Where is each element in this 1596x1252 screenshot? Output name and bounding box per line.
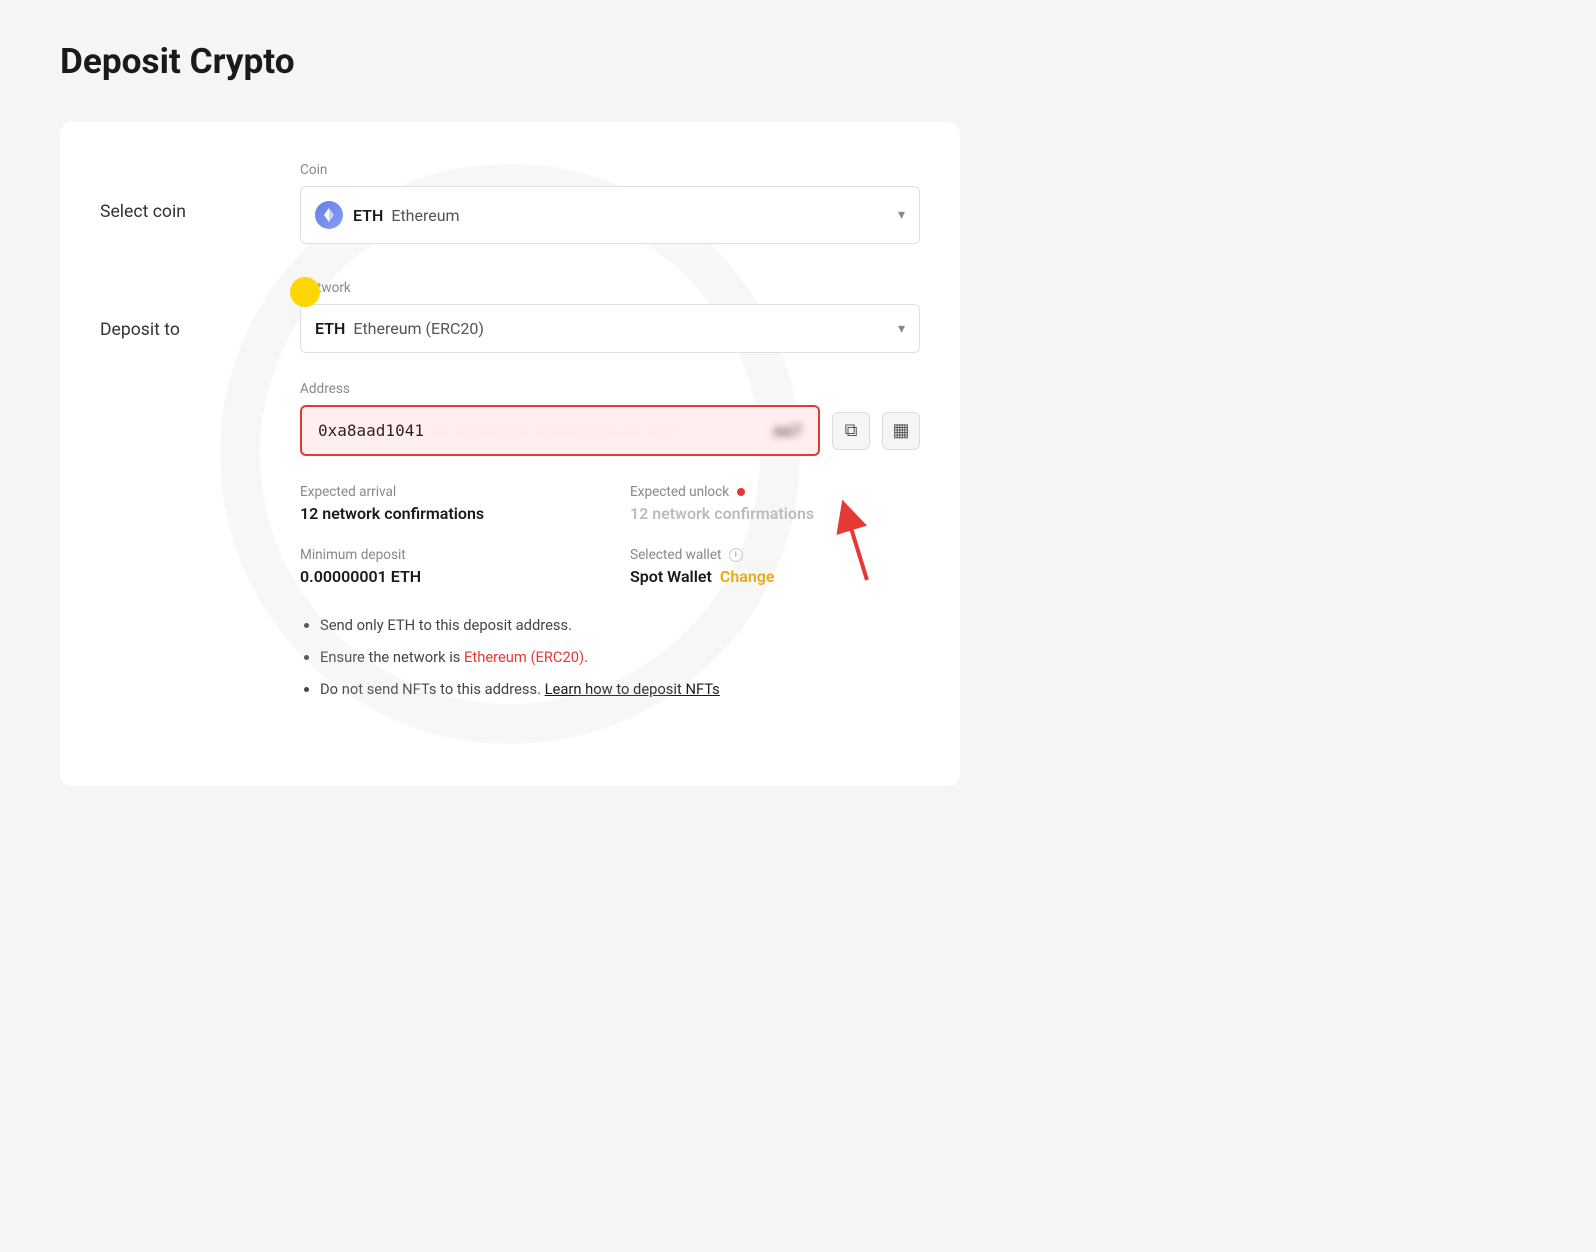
note-highlight: Ethereum (ERC20) — [464, 648, 584, 666]
note-item-2: Ensure the network is Ethereum (ERC20). — [320, 646, 920, 668]
qr-button[interactable]: ▦ — [882, 412, 920, 450]
coin-field-label: Coin — [300, 162, 920, 178]
note-item-1: Send only ETH to this deposit address. — [320, 614, 920, 636]
expected-unlock: Expected unlock 12 network confirmations — [630, 484, 920, 523]
address-row: 0xa8aad1041 ·· ··· ···· ··· ····· ·· ···… — [300, 405, 920, 456]
network-select-display[interactable]: ETH Ethereum (ERC20) — [301, 305, 919, 352]
learn-nft-link[interactable]: Learn how to deposit NFTs — [545, 680, 720, 698]
expected-unlock-value: 12 network confirmations — [630, 504, 920, 523]
info-icon[interactable]: i — [729, 548, 743, 562]
deposit-to-label: Deposit to — [100, 280, 300, 340]
coin-select-display[interactable]: ETH Ethereum — [301, 187, 919, 243]
network-select[interactable]: ETH Ethereum (ERC20) ▾ — [300, 304, 920, 353]
expected-unlock-label: Expected unlock — [630, 484, 920, 500]
main-content: Select coin Coin ETH Ethereum — [60, 122, 960, 786]
network-chevron-icon: ▾ — [898, 321, 905, 337]
network-field-label: Network — [300, 280, 920, 296]
address-section: Address 0xa8aad1041 ·· ··· ···· ··· ····… — [300, 381, 920, 456]
note-item-3: Do not send NFTs to this address. Learn … — [320, 678, 920, 700]
chevron-down-icon: ▾ — [898, 207, 905, 223]
select-coin-label: Select coin — [100, 162, 300, 222]
address-visible: 0xa8aad1041 — [318, 421, 424, 440]
coin-ticker: ETH — [353, 206, 383, 225]
selected-wallet: Selected wallet i Spot Wallet Change — [630, 547, 920, 586]
deposit-to-content: Network ETH Ethereum (ERC20) ▾ Address 0… — [300, 280, 920, 710]
minimum-deposit: Minimum deposit 0.00000001 ETH — [300, 547, 590, 586]
network-ticker: ETH — [315, 319, 345, 338]
deposit-to-row: Deposit to Network ETH Ethereum (ERC20) … — [100, 280, 920, 710]
minimum-deposit-label: Minimum deposit — [300, 547, 590, 563]
coin-name: Ethereum — [391, 206, 459, 225]
wallet-value: Spot Wallet — [630, 567, 712, 586]
change-wallet-link[interactable]: Change — [720, 567, 775, 586]
eth-icon — [315, 201, 343, 229]
address-middle: ·· ··· ···· ··· ····· ·· ··· — [432, 423, 765, 439]
wallet-row: Spot Wallet Change — [630, 567, 920, 586]
notes-list: Send only ETH to this deposit address. E… — [300, 614, 920, 700]
expected-arrival-value: 12 network confirmations — [300, 504, 590, 523]
expected-arrival-label: Expected arrival — [300, 484, 590, 500]
page-title: Deposit Crypto — [60, 40, 1536, 82]
red-dot-indicator — [737, 488, 745, 496]
expected-arrival: Expected arrival 12 network confirmation… — [300, 484, 590, 523]
info-grid: Expected arrival 12 network confirmation… — [300, 484, 920, 586]
minimum-deposit-value: 0.00000001 ETH — [300, 567, 590, 586]
address-field-label: Address — [300, 381, 920, 397]
coin-select[interactable]: ETH Ethereum ▾ — [300, 186, 920, 244]
address-end: aa7 — [773, 421, 802, 440]
copy-button[interactable]: ⧉ — [832, 412, 870, 450]
network-name: Ethereum (ERC20) — [353, 319, 484, 338]
select-coin-row: Select coin Coin ETH Ethereum — [100, 162, 920, 244]
address-box: 0xa8aad1041 ·· ··· ···· ··· ····· ·· ···… — [300, 405, 820, 456]
qr-icon: ▦ — [892, 420, 909, 441]
copy-icon: ⧉ — [845, 420, 858, 441]
selected-wallet-label: Selected wallet i — [630, 547, 920, 563]
select-coin-content: Coin ETH Ethereum ▾ — [300, 162, 920, 244]
